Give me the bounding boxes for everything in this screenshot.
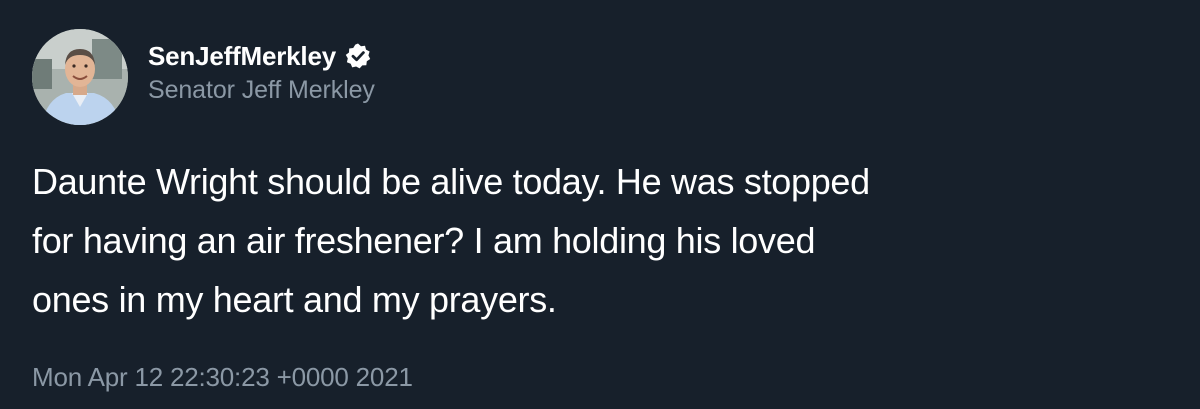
display-name-row: SenJeffMerkley — [148, 38, 375, 74]
author-block: SenJeffMerkley Senator Jeff Merkley — [148, 38, 375, 105]
tweet-text: Daunte Wright should be alive today. He … — [32, 161, 870, 320]
verified-badge-icon — [344, 42, 372, 70]
tweet-card: SenJeffMerkley Senator Jeff Merkley Daun… — [0, 0, 1200, 409]
tweet-timestamp[interactable]: Mon Apr 12 22:30:23 +0000 2021 — [32, 362, 413, 393]
profile-photo — [32, 29, 128, 125]
display-name[interactable]: SenJeffMerkley — [148, 41, 336, 72]
avatar[interactable] — [32, 29, 128, 125]
user-handle[interactable]: Senator Jeff Merkley — [148, 76, 375, 105]
